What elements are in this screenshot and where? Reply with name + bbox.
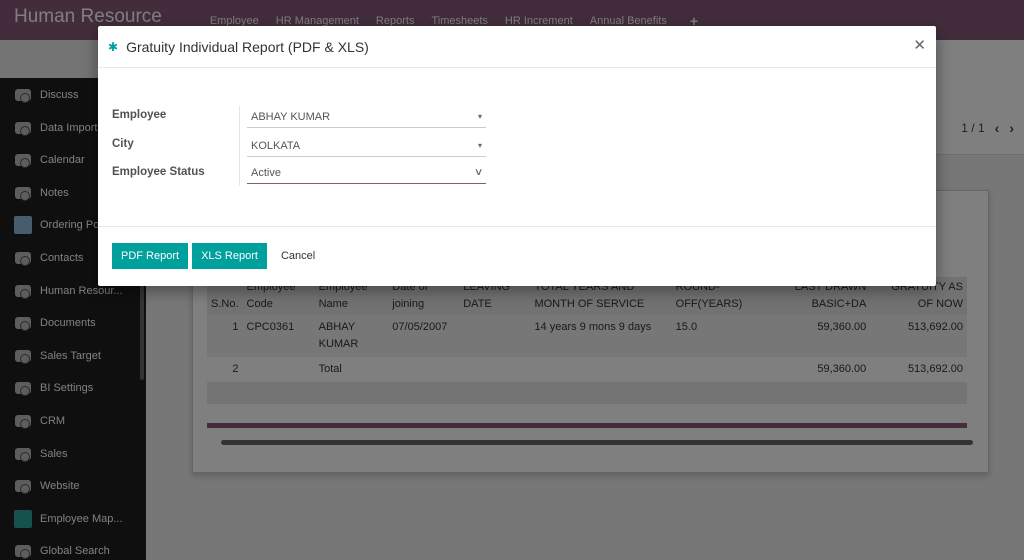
gratuity-report-dialog: ✱ Gratuity Individual Report (PDF & XLS)… xyxy=(98,26,936,286)
employee-field[interactable]: ABHAY KUMAR ▾ xyxy=(247,106,486,128)
employee-field-value: ABHAY KUMAR xyxy=(251,110,331,123)
city-field[interactable]: KOLKATA ▾ xyxy=(247,135,486,157)
cancel-button[interactable]: Cancel xyxy=(271,243,325,269)
chevron-down-icon[interactable]: ∨ xyxy=(474,167,484,178)
employee-status-label: Employee Status xyxy=(112,166,205,178)
caret-down-icon[interactable]: ▾ xyxy=(478,141,482,150)
caret-down-icon[interactable]: ▾ xyxy=(478,112,482,121)
close-icon[interactable]: ✕ xyxy=(913,38,926,53)
bug-icon: ✱ xyxy=(108,39,119,54)
employee-status-select[interactable]: Active ∨ xyxy=(247,162,486,184)
modal-title: Gratuity Individual Report (PDF & XLS) xyxy=(126,38,369,55)
field-separator xyxy=(239,106,240,186)
city-field-value: KOLKATA xyxy=(251,139,301,152)
modal-header: ✱ Gratuity Individual Report (PDF & XLS)… xyxy=(98,26,936,68)
modal-body: Employee City Employee Status ABHAY KUMA… xyxy=(98,68,936,227)
pdf-report-button[interactable]: PDF Report xyxy=(112,243,189,269)
employee-status-select-value: Active xyxy=(251,166,281,179)
city-label: City xyxy=(112,138,134,150)
xls-report-button[interactable]: XLS Report xyxy=(192,243,267,269)
employee-label: Employee xyxy=(112,109,167,121)
modal-footer: PDF Report XLS Report Cancel xyxy=(98,227,936,285)
